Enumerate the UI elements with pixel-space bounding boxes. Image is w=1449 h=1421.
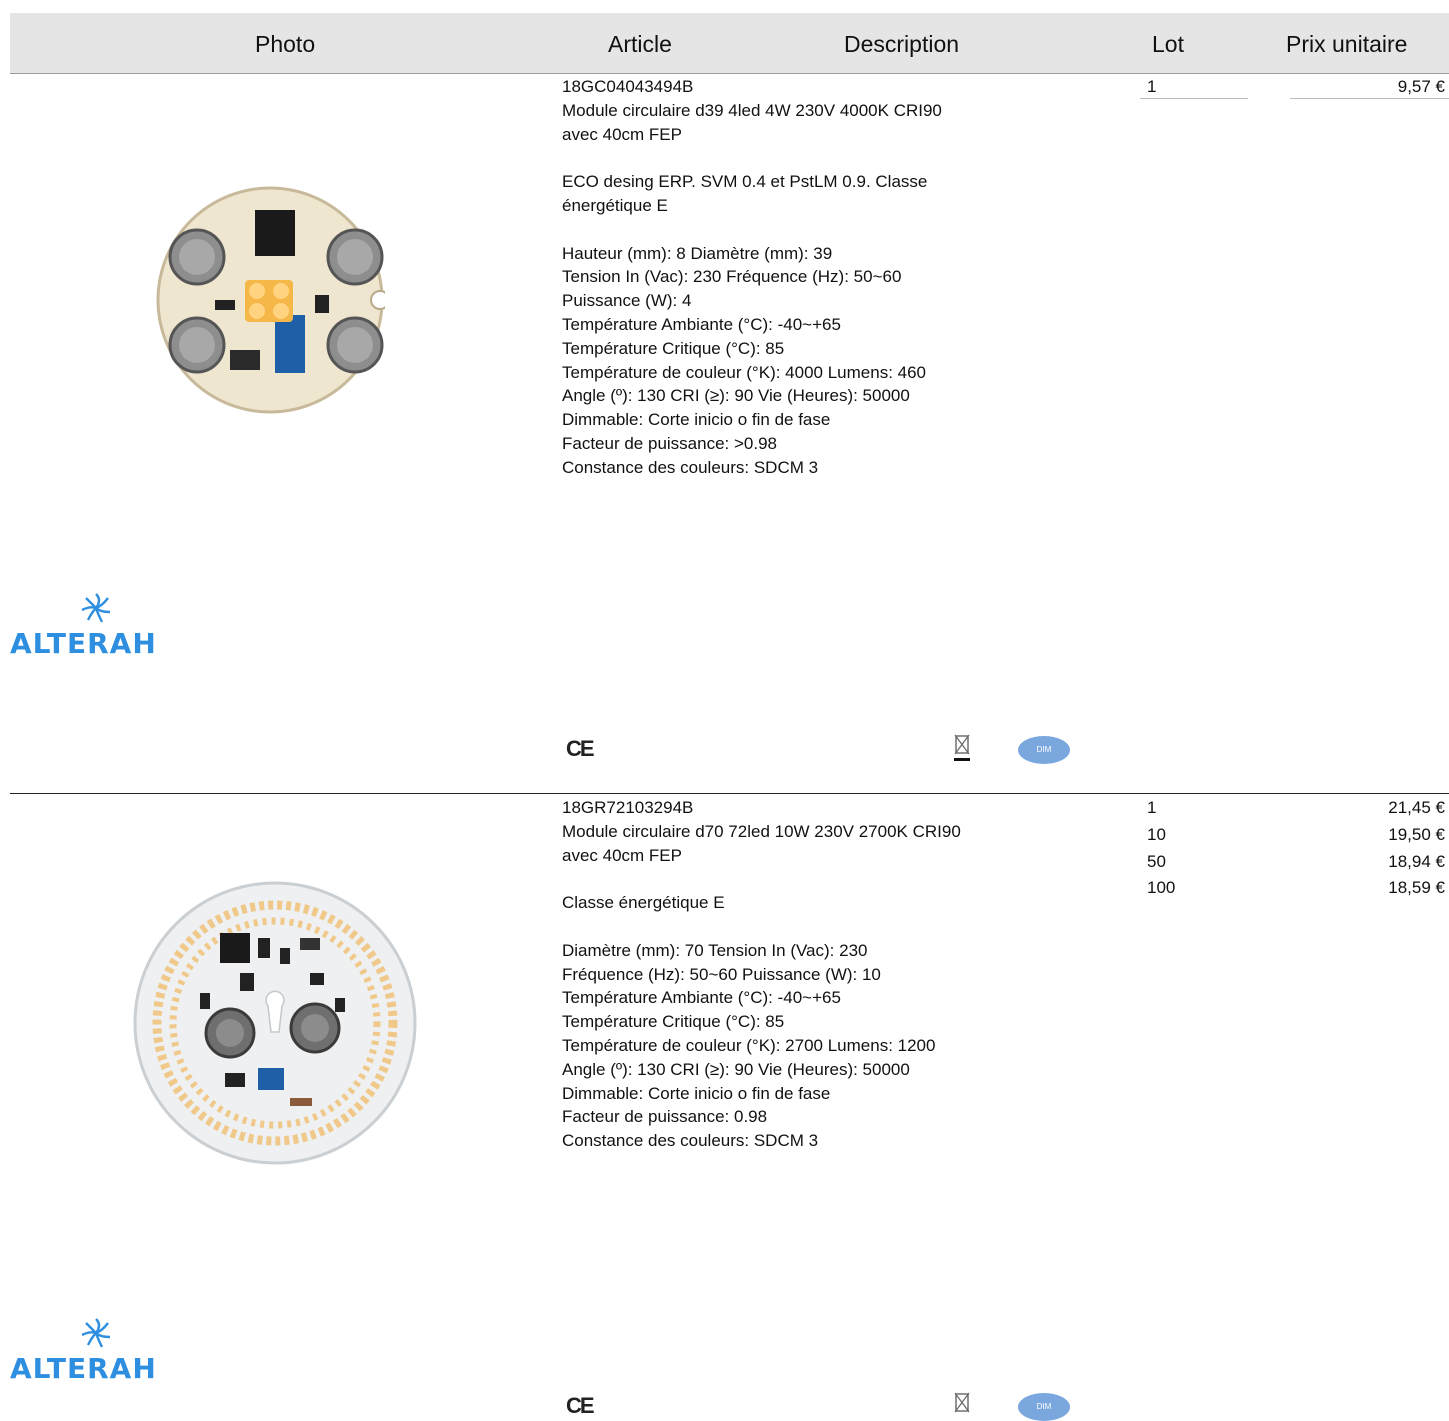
brand-name: ALTERAH	[10, 1352, 157, 1385]
lot-column: 1 10 50 100	[1147, 796, 1197, 903]
lot-rule	[1140, 98, 1248, 99]
article-code: 18GR72103294B	[562, 798, 694, 817]
spec-line: Fréquence (Hz): 50~60 Puissance (W): 10	[562, 964, 881, 984]
price-value: 21,45 €	[1388, 798, 1445, 817]
spec-line: Facteur de puissance: >0.98	[562, 433, 777, 453]
product-description: 18GC04043494B Module circulaire d39 4led…	[562, 75, 1082, 480]
lot-value: 50	[1147, 851, 1166, 871]
price-rule	[1290, 98, 1449, 99]
row-divider	[10, 793, 1449, 794]
weee-bin-icon	[954, 734, 970, 761]
table-header: Photo Article Description Lot Prix unita…	[10, 13, 1449, 74]
spec-line: Dimmable: Corte inicio o fin de fase	[562, 1083, 831, 1103]
description-line: Module circulaire d70 72led 10W 230V 270…	[562, 821, 961, 841]
lot-value: 100	[1147, 878, 1176, 898]
article-code: 18GC04043494B	[562, 77, 694, 96]
brand-name: ALTERAH	[10, 627, 157, 660]
lot-value: 1	[1147, 798, 1157, 817]
spec-line: Température Ambiante (°C): -40~+65	[562, 988, 841, 1008]
product-photo	[133, 881, 417, 1165]
brand-logo: ALTERAH	[10, 593, 157, 660]
description-line: énergétique E	[562, 195, 668, 215]
column-header-prix-unitaire: Prix unitaire	[1286, 31, 1408, 57]
price-column: 21,45 € 19,50 € 18,94 € 18,59 €	[1295, 796, 1445, 903]
spec-line: Constance des couleurs: SDCM 3	[562, 457, 819, 477]
lot-value: 10	[1147, 824, 1166, 844]
column-header-article: Article	[608, 31, 672, 57]
price-value: 18,59 €	[1388, 878, 1445, 898]
description-spacer	[562, 915, 1082, 939]
description-line: ECO desing ERP. SVM 0.4 et PstLM 0.9. Cl…	[562, 172, 928, 192]
column-header-description: Description	[844, 31, 960, 57]
price-value: 18,94 €	[1388, 851, 1445, 871]
description-spacer	[562, 218, 1082, 242]
price-column: 9,57 €	[1295, 75, 1445, 99]
spec-line: Puissance (W): 4	[562, 291, 692, 311]
description-line: Classe énergétique E	[562, 893, 725, 913]
description-line: avec 40cm FEP	[562, 845, 682, 865]
brand-logo: ALTERAH	[10, 1318, 157, 1385]
price-value: 19,50 €	[1388, 824, 1445, 844]
spec-line: Angle (º): 130 CRI (≥): 90 Vie (Heures):…	[562, 1059, 910, 1079]
description-line: avec 40cm FEP	[562, 124, 682, 144]
weee-bin-icon	[954, 1392, 970, 1413]
product-description: 18GR72103294B Module circulaire d70 72le…	[562, 796, 1082, 1153]
spec-line: Hauteur (mm): 8 Diamètre (mm): 39	[562, 243, 833, 263]
ce-mark-icon: CE	[566, 1393, 595, 1418]
dimmable-badge-icon: DIM	[1018, 736, 1070, 764]
description-line: Module circulaire d39 4led 4W 230V 4000K…	[562, 100, 942, 120]
spec-line: Température Ambiante (°C): -40~+65	[562, 314, 841, 334]
spec-line: Température Critique (°C): 85	[562, 1012, 785, 1032]
dimmable-badge-icon: DIM	[1018, 1393, 1070, 1421]
description-spacer	[562, 146, 1082, 170]
product-photo	[156, 186, 385, 414]
ce-mark-icon: CE	[566, 736, 595, 761]
spec-line: Température de couleur (°K): 4000 Lumens…	[562, 362, 927, 382]
column-header-photo: Photo	[255, 31, 316, 57]
spec-line: Tension In (Vac): 230 Fréquence (Hz): 50…	[562, 267, 902, 287]
description-spacer	[562, 867, 1082, 891]
lot-column: 1	[1147, 75, 1197, 99]
spec-line: Température Critique (°C): 85	[562, 338, 785, 358]
column-header-lot: Lot	[1152, 31, 1184, 57]
lot-value: 1	[1147, 77, 1157, 96]
spec-line: Diamètre (mm): 70 Tension In (Vac): 230	[562, 940, 868, 960]
spec-line: Facteur de puissance: 0.98	[562, 1107, 768, 1127]
spec-line: Température de couleur (°K): 2700 Lumens…	[562, 1035, 936, 1055]
price-value: 9,57 €	[1397, 77, 1445, 96]
spec-line: Constance des couleurs: SDCM 3	[562, 1131, 819, 1151]
spec-line: Dimmable: Corte inicio o fin de fase	[562, 410, 831, 430]
spec-line: Angle (º): 130 CRI (≥): 90 Vie (Heures):…	[562, 386, 910, 406]
